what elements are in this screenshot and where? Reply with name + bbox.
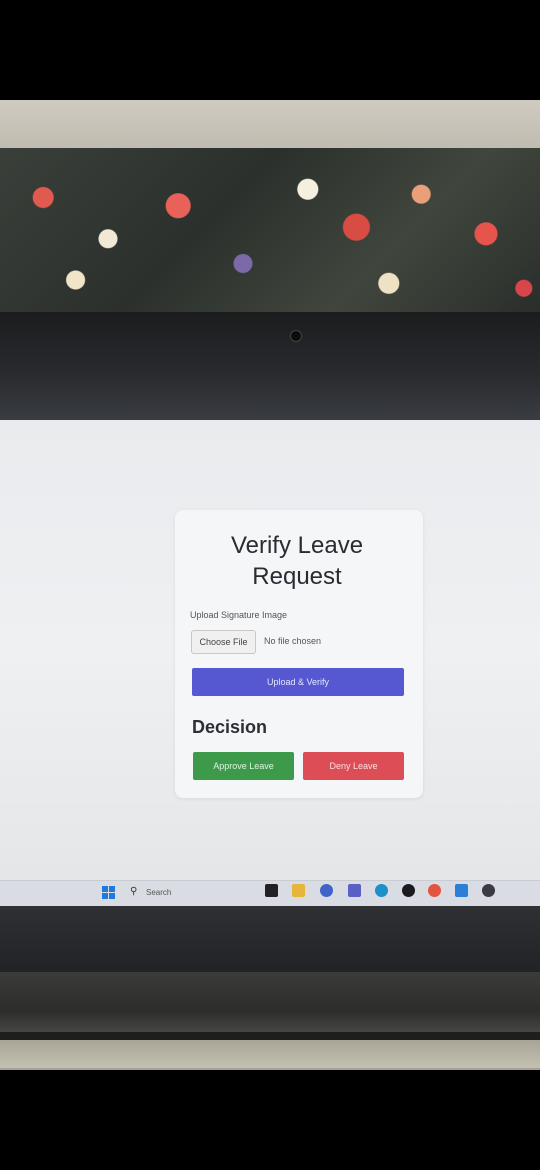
title-line-1: Verify Leave	[230, 532, 364, 559]
decision-heading: Decision	[192, 717, 268, 737]
upload-signature-label: Upload Signature Image	[190, 610, 288, 620]
windows-start-icon[interactable]	[102, 886, 115, 899]
folder-icon[interactable]	[292, 884, 305, 897]
choose-file-button[interactable]: Choose File	[191, 630, 256, 654]
page-title: Verify Leave Request	[175, 530, 419, 592]
laptop-hinge	[0, 1032, 540, 1040]
approve-leave-button[interactable]: Approve Leave	[193, 752, 294, 780]
chrome-icon-2[interactable]	[428, 884, 441, 897]
vscode-icon[interactable]	[455, 884, 468, 897]
file-explorer-icon[interactable]	[265, 884, 278, 897]
teams-icon[interactable]	[348, 884, 361, 897]
desk-surface	[0, 1040, 540, 1068]
no-file-chosen-text: No file chosen	[264, 636, 322, 646]
title-line-2: Request	[252, 563, 342, 590]
upload-verify-button[interactable]: Upload & Verify	[192, 668, 404, 696]
edge-icon[interactable]	[375, 884, 388, 897]
webcam	[290, 330, 302, 342]
laptop-top-bezel	[0, 312, 540, 424]
laptop-bottom-bezel	[0, 906, 540, 976]
media-icon[interactable]	[402, 884, 415, 897]
deny-leave-button[interactable]: Deny Leave	[303, 752, 404, 780]
taskbar-search[interactable]: Search	[146, 888, 171, 897]
floral-cloth	[0, 148, 540, 313]
search-icon[interactable]: ⚲	[130, 886, 137, 897]
browser-icon[interactable]	[482, 884, 495, 897]
chrome-icon[interactable]	[320, 884, 333, 897]
